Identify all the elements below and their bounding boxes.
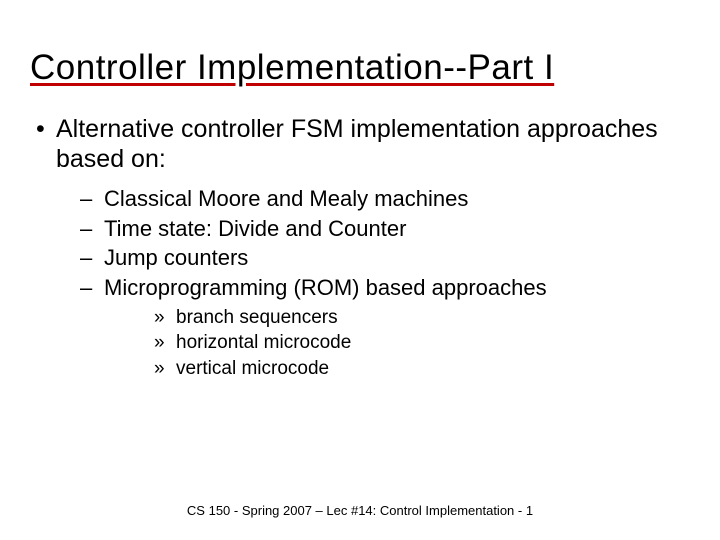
list-item: Jump counters [56,243,690,273]
bullet-list-level1: Alternative controller FSM implementatio… [30,114,690,382]
list-item: branch sequencers [104,305,690,331]
list-item: Classical Moore and Mealy machines [56,184,690,214]
list-item: vertical microcode [104,356,690,382]
list-item: horizontal microcode [104,330,690,356]
list-item: Alternative controller FSM implementatio… [30,114,690,382]
slide: Controller Implementation--Part I Altern… [0,0,720,540]
bullet-text: horizontal microcode [176,332,351,353]
bullet-text: Alternative controller FSM implementatio… [56,115,658,173]
bullet-list-level3: branch sequencers horizontal microcode v… [104,305,690,382]
bullet-text: Classical Moore and Mealy machines [104,186,468,211]
list-item: Microprogramming (ROM) based approaches … [56,273,690,382]
list-item: Time state: Divide and Counter [56,214,690,244]
bullet-text: Time state: Divide and Counter [104,216,406,241]
slide-title: Controller Implementation--Part I [30,48,690,88]
bullet-text: Microprogramming (ROM) based approaches [104,275,547,300]
bullet-list-level2: Classical Moore and Mealy machines Time … [56,184,690,382]
slide-footer: CS 150 - Spring 2007 – Lec #14: Control … [0,503,720,518]
bullet-text: branch sequencers [176,307,338,328]
bullet-text: vertical microcode [176,358,329,379]
bullet-text: Jump counters [104,245,248,270]
